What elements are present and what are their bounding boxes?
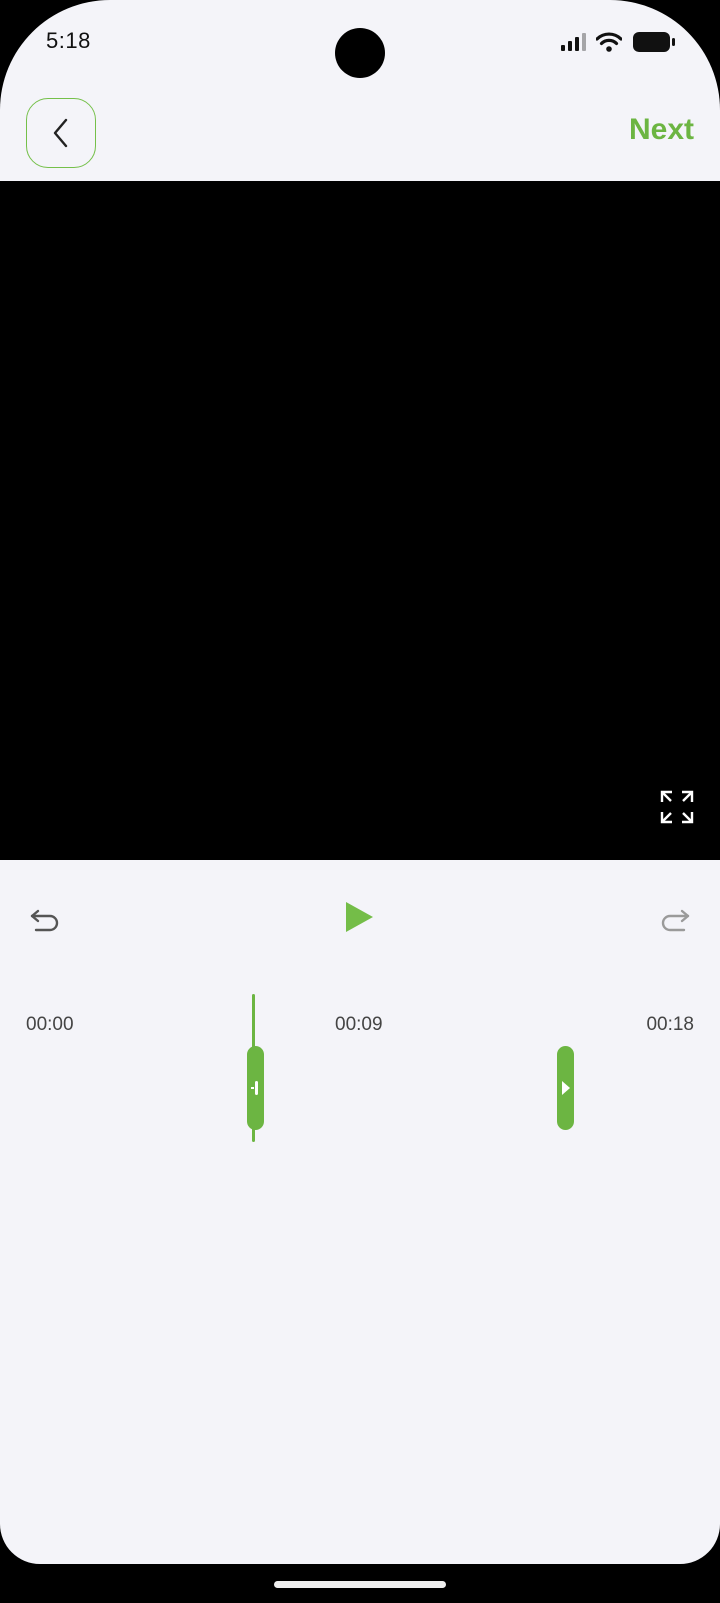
play-marker-icon [561, 1081, 570, 1095]
next-button[interactable]: Next [629, 113, 694, 147]
expand-icon[interactable] [660, 790, 694, 824]
status-bar: 5:18 [0, 0, 720, 86]
status-icons [560, 30, 676, 54]
trim-start-handle[interactable] [247, 1046, 264, 1130]
editor-screen: 5:18 Next 00:00 00:09 00:18 [0, 0, 720, 1564]
timeline-mid-time: 00:09 [335, 1014, 383, 1035]
play-icon[interactable] [343, 900, 375, 934]
playback-controls [0, 896, 720, 942]
top-nav-bar: Next [0, 96, 720, 168]
wifi-icon [596, 32, 622, 52]
battery-icon [633, 32, 675, 52]
trim-end-handle[interactable] [557, 1046, 574, 1130]
status-time: 5:18 [46, 28, 91, 53]
back-button[interactable] [26, 98, 96, 168]
redo-icon[interactable] [658, 902, 692, 936]
grip-icon [251, 1081, 258, 1095]
undo-icon[interactable] [28, 902, 62, 936]
timeline-start-time: 00:00 [26, 1014, 74, 1035]
home-indicator[interactable] [274, 1581, 446, 1588]
camera-cutout [335, 28, 385, 78]
timeline-end-time: 00:18 [646, 1014, 694, 1035]
cellular-signal-icon [561, 33, 586, 51]
trim-timeline[interactable]: 00:00 00:09 00:18 [0, 990, 720, 1160]
chevron-left-icon [53, 118, 68, 148]
video-preview[interactable] [0, 181, 720, 860]
